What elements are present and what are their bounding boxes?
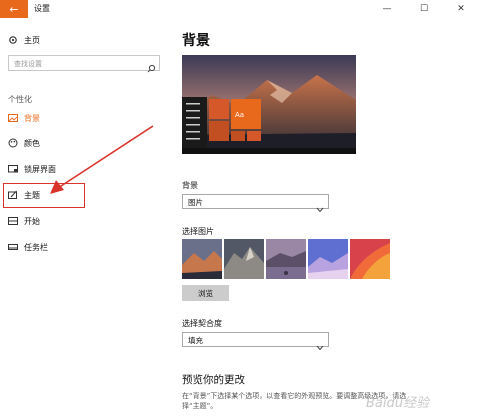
sidebar-item-label: 任务栏 [24,242,48,252]
sidebar-item-label: 开始 [24,216,40,226]
watermark: Baidu经验 [364,391,474,413]
sidebar-item-colors[interactable]: 颜色 [8,135,40,151]
preview-tile-text: Aa [235,111,244,119]
watermark-text: Baidu经验 [366,395,431,411]
fit-value: 填充 [188,336,203,345]
main-panel: 背景 Aa 背景 图片 选择图片 浏览 选择契合度 填充 预览你的更改 在“背景… [182,18,472,417]
sidebar-item-label: 颜色 [24,138,40,148]
picture-thumbnail[interactable] [224,239,264,279]
close-icon: ✕ [457,4,465,14]
maximize-icon: ☐ [419,4,429,14]
preview-section-title: 预览你的更改 [182,374,245,386]
picture-thumbnail[interactable] [350,239,390,279]
palette-icon [8,138,18,148]
background-type-value: 图片 [188,198,203,207]
chevron-down-icon [316,198,324,217]
search-input[interactable]: 查找设置 [8,55,160,73]
annotation-arrow [50,125,154,194]
chevron-down-icon [316,336,324,355]
sidebar-item-background[interactable]: 背景 [8,110,40,126]
back-arrow-icon: ← [9,2,19,16]
taskbar-icon [8,242,18,252]
gear-icon [8,35,18,45]
sidebar-item-label: 主页 [24,35,40,45]
minimize-button[interactable]: — [370,0,404,18]
choose-picture-label: 选择图片 [182,227,214,236]
section-label: 个性化 [8,95,32,104]
title-bar: ← 设置 — ☐ ✕ [0,0,480,18]
page-title: 背景 [182,33,210,49]
sidebar: 主页 查找设置 个性化 背景 颜色 锁屏界面 主题 开始 任务栏 [0,18,170,417]
window-title: 设置 [34,4,50,13]
sidebar-item-taskbar[interactable]: 任务栏 [8,239,48,255]
sidebar-item-home[interactable]: 主页 [8,32,40,48]
minimize-icon: — [382,4,392,14]
background-icon [8,113,18,123]
search-placeholder: 查找设置 [14,60,42,68]
picture-thumbnails [182,239,390,279]
start-icon [8,216,18,226]
fit-label: 选择契合度 [182,319,222,328]
browse-button-label: 浏览 [198,288,213,298]
background-label: 背景 [182,181,198,190]
browse-button[interactable]: 浏览 [182,285,229,301]
sidebar-item-label: 背景 [24,113,40,123]
maximize-button[interactable]: ☐ [407,0,441,18]
search-icon [147,58,156,77]
sidebar-item-start[interactable]: 开始 [8,213,40,229]
fit-select[interactable]: 填充 [182,332,329,351]
back-button[interactable]: ← [0,0,28,18]
desktop-preview: Aa [182,55,356,154]
picture-thumbnail[interactable] [308,239,348,279]
picture-thumbnail[interactable] [266,239,306,279]
lock-screen-icon [8,164,18,174]
picture-thumbnail[interactable] [182,239,222,279]
close-button[interactable]: ✕ [444,0,478,18]
background-type-select[interactable]: 图片 [182,194,329,213]
